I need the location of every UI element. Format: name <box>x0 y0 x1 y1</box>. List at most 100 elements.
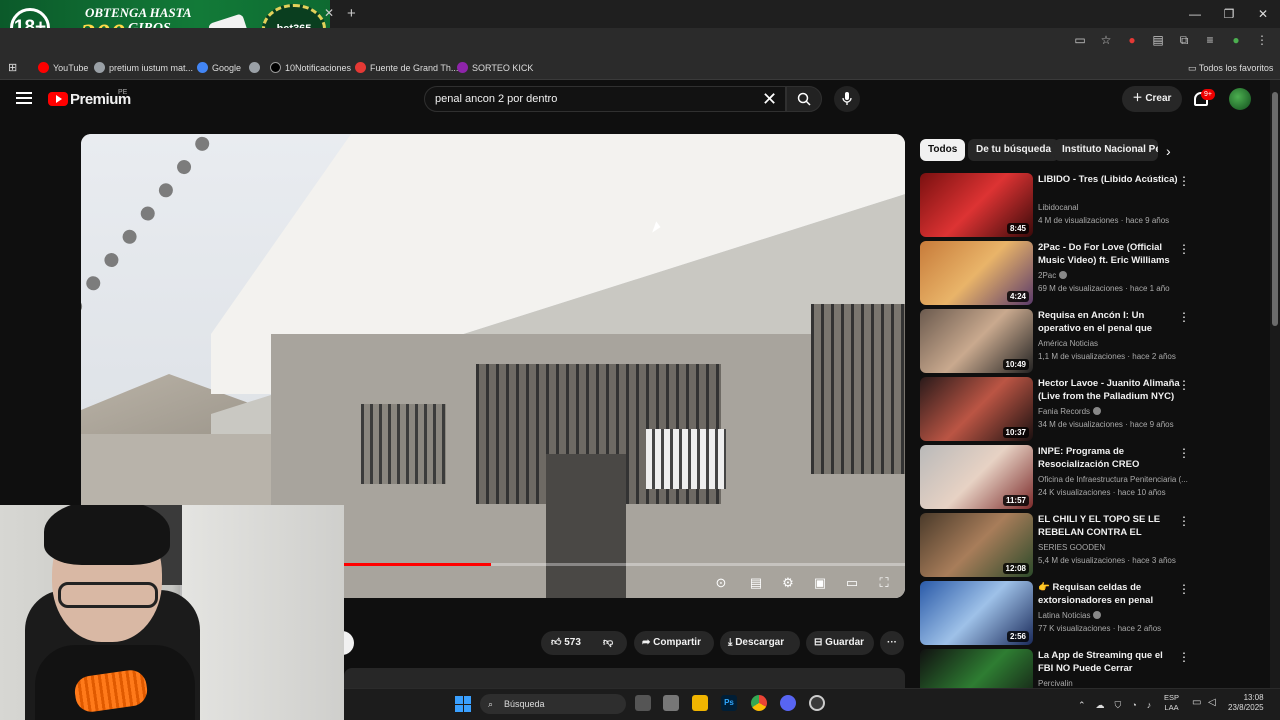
miniplayer-icon[interactable]: ▣ <box>811 574 829 592</box>
autoplay-toggle-icon[interactable]: ⊙ <box>709 574 733 592</box>
subtitles-icon[interactable]: ▤ <box>747 574 765 592</box>
security-icon[interactable]: ⛉ <box>1115 700 1122 711</box>
bookmark-sorteo-kick[interactable]: SORTEO KICK <box>457 60 533 76</box>
minimize-button[interactable]: — <box>1178 0 1212 28</box>
recommended-video[interactable]: 12:08 EL CHILI Y EL TOPO SE LE REBELAN CO… <box>920 513 1190 577</box>
voice-search-button[interactable] <box>834 86 860 112</box>
cloud-icon[interactable]: ☁ <box>1096 700 1105 711</box>
recommended-video[interactable]: 2:56 👉 Requisan celdas de extorsionadores… <box>920 581 1190 645</box>
mic-icon[interactable]: ♪ <box>1147 700 1152 710</box>
video-menu-icon[interactable]: ⋮ <box>1178 583 1190 595</box>
channel-name[interactable]: Latina Noticias <box>1038 611 1188 620</box>
photoshop-icon[interactable]: Ps <box>721 695 737 711</box>
search-input[interactable]: penal ancon 2 por dentro <box>424 86 786 112</box>
windows-start-icon[interactable] <box>455 696 471 712</box>
profile-avatar-icon[interactable]: ● <box>1228 32 1244 48</box>
create-button[interactable]: ＋ Crear <box>1122 86 1182 112</box>
channel-name[interactable]: Fania Records <box>1038 407 1188 416</box>
bookmark-gta[interactable]: Fuente de Grand Th... <box>355 60 458 76</box>
bookmark-globe[interactable] <box>249 60 264 76</box>
chevron-up-icon[interactable]: ⌃ <box>1078 700 1086 711</box>
app-icon[interactable] <box>663 695 679 711</box>
theater-mode-icon[interactable]: ▭ <box>843 574 861 592</box>
bookmark-pretium[interactable]: pretium iustum mat... <box>94 60 193 76</box>
video-title[interactable]: Requisa en Ancón I: Un operativo en el p… <box>1038 309 1180 335</box>
video-thumbnail[interactable]: 10:37 <box>920 377 1033 441</box>
install-app-icon[interactable]: ▭ <box>1072 32 1088 48</box>
share-button[interactable]: ➦ Compartir <box>634 631 714 655</box>
video-menu-icon[interactable]: ⋮ <box>1178 311 1190 323</box>
bookmark-google[interactable]: Google <box>197 60 241 76</box>
save-button[interactable]: ⊟ Guardar <box>806 631 874 655</box>
chip-all[interactable]: Todos <box>920 139 966 161</box>
chip-from-search[interactable]: De tu búsqueda <box>968 139 1060 161</box>
channel-name[interactable]: 2Pac <box>1038 271 1188 280</box>
video-thumbnail[interactable]: 4:24 <box>920 241 1033 305</box>
video-title[interactable]: 👉 Requisan celdas de extorsionadores en … <box>1038 581 1180 607</box>
taskbar-clock[interactable]: 13:08 23/8/2025 <box>1228 693 1264 713</box>
record-extension-icon[interactable]: ● <box>1124 32 1140 48</box>
app-icon[interactable] <box>809 695 825 711</box>
network-icon[interactable]: ◔ <box>1131 700 1136 710</box>
discord-icon[interactable] <box>780 695 796 711</box>
extension-icon[interactable]: ▤ <box>1150 32 1166 48</box>
volume-icon[interactable]: ◁ <box>1208 697 1216 708</box>
chrome-icon[interactable] <box>751 695 767 711</box>
video-title[interactable]: LIBIDO - Tres (Libido Acústica) <box>1038 173 1180 186</box>
video-thumbnail[interactable]: 2:56 <box>920 581 1033 645</box>
bookmark-x[interactable]: 10Notificaciones <box>270 60 351 76</box>
video-thumbnail[interactable]: 10:49 <box>920 309 1033 373</box>
video-thumbnail[interactable]: 11:57 <box>920 445 1033 509</box>
video-menu-icon[interactable]: ⋮ <box>1178 651 1190 663</box>
search-button[interactable] <box>786 86 822 112</box>
video-menu-icon[interactable]: ⋮ <box>1178 243 1190 255</box>
hamburger-menu-icon[interactable] <box>16 92 32 104</box>
file-explorer-icon[interactable] <box>692 695 708 711</box>
monitor-icon[interactable]: ▭ <box>1192 697 1201 708</box>
download-button[interactable]: ⤓ Descargar <box>720 631 800 655</box>
bookmark-star-icon[interactable]: ☆ <box>1098 32 1114 48</box>
apps-grid-icon[interactable]: ⊞ <box>8 60 17 76</box>
video-title[interactable]: INPE: Programa de Resocialización CREO <box>1038 445 1180 471</box>
new-tab-button[interactable]: + <box>347 5 356 22</box>
puzzle-icon[interactable]: ⧉ <box>1176 32 1192 48</box>
dislike-button[interactable]: 👎︎ <box>603 631 613 655</box>
close-window-button[interactable]: ✕ <box>1246 0 1280 28</box>
channel-name[interactable]: SERIES GOODEN <box>1038 543 1188 552</box>
input-language[interactable]: ESP LAA <box>1164 693 1179 713</box>
chip-instituto[interactable]: Instituto Nacional Pen <box>1054 139 1158 161</box>
recommended-video[interactable]: 11:57 INPE: Programa de Resocialización C… <box>920 445 1190 509</box>
video-menu-icon[interactable]: ⋮ <box>1178 515 1190 527</box>
bookmark-youtube[interactable]: YouTube <box>38 60 88 76</box>
chevron-right-icon[interactable]: › <box>1166 143 1171 159</box>
account-avatar[interactable] <box>1229 88 1251 110</box>
video-title[interactable]: Hector Lavoe - Juanito Alimaña (Live fro… <box>1038 377 1180 403</box>
restore-button[interactable]: ❐ <box>1212 0 1246 28</box>
clear-search-icon[interactable]: ✕ <box>762 88 777 110</box>
channel-name[interactable]: América Noticias <box>1038 339 1188 348</box>
recommended-video[interactable]: 4:24 2Pac - Do For Love (Official Music V… <box>920 241 1190 305</box>
video-thumbnail[interactable]: 8:45 <box>920 173 1033 237</box>
video-menu-icon[interactable]: ⋮ <box>1178 379 1190 391</box>
more-menu-icon[interactable]: ⋮ <box>1254 32 1270 48</box>
like-button[interactable]: 👍︎ 573 <box>551 631 596 655</box>
youtube-logo-icon[interactable] <box>48 92 68 106</box>
video-thumbnail[interactable]: 12:08 <box>920 513 1033 577</box>
settings-gear-icon[interactable]: ⚙ <box>779 574 797 592</box>
video-title[interactable]: EL CHILI Y EL TOPO SE LE REBELAN CONTRA … <box>1038 513 1180 539</box>
channel-name[interactable]: Percivalin <box>1038 679 1188 688</box>
video-menu-icon[interactable]: ⋮ <box>1178 447 1190 459</box>
channel-name[interactable]: Oficina de Infraestructura Penitenciaria… <box>1038 475 1188 484</box>
taskbar-search[interactable]: ⌕ Búsqueda <box>480 694 626 714</box>
recommended-video[interactable]: 10:49 Requisa en Ancón I: Un operativo en… <box>920 309 1190 373</box>
scrollbar-thumb[interactable] <box>1272 92 1278 326</box>
video-title[interactable]: La App de Streaming que el FBI NO Puede … <box>1038 649 1180 675</box>
recommended-video[interactable]: 8:45 LIBIDO - Tres (Libido Acústica) Libid… <box>920 173 1190 237</box>
channel-name[interactable]: Libidocanal <box>1038 203 1188 212</box>
more-actions-button[interactable]: ··· <box>880 631 904 655</box>
video-menu-icon[interactable]: ⋮ <box>1178 175 1190 187</box>
video-title[interactable]: 2Pac - Do For Love (Official Music Video… <box>1038 241 1180 267</box>
fullscreen-icon[interactable]: ⛶ <box>875 574 893 592</box>
recommended-video[interactable]: 10:37 Hector Lavoe - Juanito Alimaña (Liv… <box>920 377 1190 441</box>
close-tab-icon[interactable]: ✕ <box>324 6 334 20</box>
